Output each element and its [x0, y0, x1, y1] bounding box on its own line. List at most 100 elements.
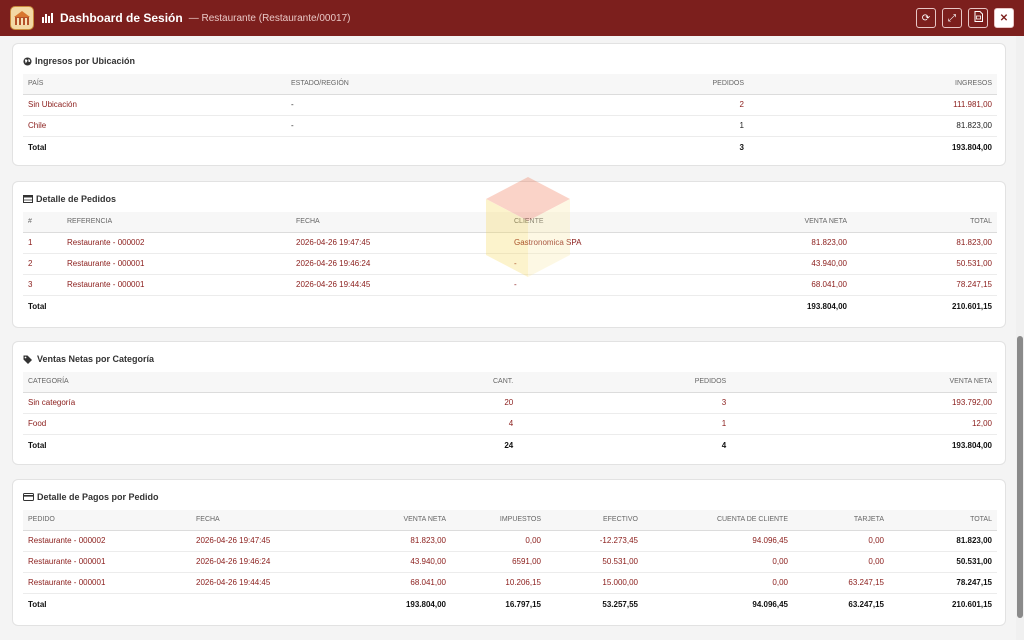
payment-order-link[interactable]: Restaurante - 000002	[23, 530, 191, 552]
column-header: VENTA NETA	[709, 212, 852, 233]
expand-button[interactable]: ⤢	[942, 8, 962, 28]
payment-taxes: 0,00	[451, 530, 546, 552]
globe-icon	[23, 56, 32, 66]
order-date: 2026-04-26 19:44:45	[291, 274, 509, 296]
card-title: Detalle de Pedidos	[36, 194, 117, 204]
bar-chart-icon	[42, 13, 54, 23]
pedidos-table: # REFERENCIA FECHA CLIENTE VENTA NETA TO…	[23, 212, 997, 318]
orders-cell[interactable]: 2	[599, 94, 749, 116]
table-row[interactable]: 3 Restaurante - 000001 2026-04-26 19:44:…	[23, 274, 997, 296]
table-row[interactable]: Sin categoría 20 3 193.792,00	[23, 392, 997, 414]
payment-customer-account: 0,00	[643, 551, 793, 573]
orders-cell: 1	[518, 413, 732, 435]
total-row: Total 3 193.804,00	[23, 135, 997, 159]
payment-taxes: 10.206,15	[451, 572, 546, 594]
column-header: PAÍS	[23, 74, 286, 95]
payment-net-sale: 43.940,00	[291, 551, 451, 573]
pdf-icon	[974, 11, 983, 25]
region-cell: -	[286, 94, 599, 116]
total-customer-account: 94.096,45	[643, 592, 793, 616]
order-number: 2	[23, 253, 62, 275]
total-income: 193.804,00	[749, 135, 997, 159]
net-sale-cell: 193.792,00	[731, 392, 997, 414]
order-total: 50.531,00	[852, 253, 997, 275]
vertical-scrollbar[interactable]	[1016, 36, 1024, 640]
payment-order-link[interactable]: Restaurante - 000001	[23, 572, 191, 594]
page-title: Dashboard de Sesión	[60, 11, 183, 25]
card-title: Ventas Netas por Categoría	[37, 354, 155, 364]
order-net-sale: 81.823,00	[709, 232, 852, 254]
orders-cell: 1	[599, 115, 749, 137]
column-header: TARJETA	[793, 510, 889, 531]
card-ventas-categoria: Ventas Netas por Categoría CATEGORÍA CAN…	[12, 341, 1006, 465]
column-header: TOTAL	[889, 510, 997, 531]
payment-total: 78.247,15	[889, 572, 997, 594]
category-cell[interactable]: Sin categoría	[23, 392, 488, 414]
category-cell[interactable]: Food	[23, 413, 488, 435]
card-detalle-pedidos: Detalle de Pedidos # REFERENCIA FECHA CL…	[12, 181, 1006, 328]
total-cash: 53.257,55	[546, 592, 643, 616]
card-detalle-pagos: Detalle de Pagos por Pedido PEDIDO FECHA…	[12, 479, 1006, 626]
table-row[interactable]: Restaurante - 000001 2026-04-26 19:46:24…	[23, 551, 997, 573]
table-row[interactable]: 2 Restaurante - 000001 2026-04-26 19:46:…	[23, 253, 997, 275]
categorias-table: CATEGORÍA CANT. PEDIDOS VENTA NETA Sin c…	[23, 372, 997, 457]
payment-card: 0,00	[793, 551, 889, 573]
order-total: 78.247,15	[852, 274, 997, 296]
table-icon	[23, 195, 33, 203]
quantity-cell: 4	[488, 413, 519, 435]
country-cell[interactable]: Sin Ubicación	[23, 94, 286, 116]
order-customer[interactable]: Gastronomica SPA	[509, 232, 709, 254]
total-label: Total	[23, 135, 286, 159]
income-cell[interactable]: 111.981,00	[749, 94, 997, 116]
table-row[interactable]: 1 Restaurante - 000002 2026-04-26 19:47:…	[23, 232, 997, 254]
card-title: Ingresos por Ubicación	[35, 56, 136, 66]
column-header: #	[23, 212, 62, 233]
order-number: 1	[23, 232, 62, 254]
card-title: Detalle de Pagos por Pedido	[37, 492, 159, 502]
close-icon: ✕	[999, 12, 1009, 24]
total-label: Total	[23, 592, 191, 616]
table-row[interactable]: Food 4 1 12,00	[23, 413, 997, 435]
quantity-cell: 20	[488, 392, 519, 414]
tags-icon	[23, 355, 34, 364]
column-header: CATEGORÍA	[23, 372, 488, 393]
column-header: REFERENCIA	[62, 212, 291, 233]
payment-taxes: 6591,00	[451, 551, 546, 573]
total-label: Total	[23, 294, 709, 318]
order-reference-link[interactable]: Restaurante - 000001	[62, 274, 291, 296]
payment-order-link[interactable]: Restaurante - 000001	[23, 551, 191, 573]
total-card: 63.247,15	[793, 592, 889, 616]
total-amount: 210.601,15	[852, 294, 997, 318]
column-header: VENTA NETA	[291, 510, 451, 531]
column-header: PEDIDOS	[599, 74, 749, 95]
pdf-button[interactable]	[968, 8, 988, 28]
column-header: EFECTIVO	[546, 510, 643, 531]
expand-icon: ⤢	[948, 12, 956, 24]
table-row[interactable]: Restaurante - 000001 2026-04-26 19:44:45…	[23, 572, 997, 594]
country-cell[interactable]: Chile	[23, 115, 286, 137]
page-subtitle: — Restaurante (Restaurante/00017)	[188, 12, 351, 24]
order-customer: -	[509, 253, 709, 275]
table-row[interactable]: Sin Ubicación - 2 111.981,00	[23, 94, 997, 116]
table-row[interactable]: Chile - 1 81.823,00	[23, 115, 997, 137]
payment-date: 2026-04-26 19:44:45	[191, 572, 291, 594]
order-date: 2026-04-26 19:47:45	[291, 232, 509, 254]
payment-customer-account: 94.096,45	[643, 530, 793, 552]
dashboard-content[interactable]: Ingresos por Ubicación PAÍS ESTADO/REGIÓ…	[0, 36, 1016, 640]
refresh-icon: ⟳	[921, 12, 931, 24]
payment-total: 81.823,00	[889, 530, 997, 552]
order-number: 3	[23, 274, 62, 296]
order-date: 2026-04-26 19:46:24	[291, 253, 509, 275]
scrollbar-thumb[interactable]	[1017, 336, 1023, 618]
order-reference-link[interactable]: Restaurante - 000002	[62, 232, 291, 254]
total-row: Total 193.804,00 16.797,15 53.257,55 94.…	[23, 592, 997, 616]
close-button[interactable]: ✕	[994, 8, 1014, 28]
total-orders: 4	[518, 433, 732, 457]
table-row[interactable]: Restaurante - 000002 2026-04-26 19:47:45…	[23, 530, 997, 552]
order-reference-link[interactable]: Restaurante - 000001	[62, 253, 291, 275]
column-header: PEDIDOS	[518, 372, 732, 393]
ubicacion-table: PAÍS ESTADO/REGIÓN PEDIDOS INGRESOS Sin …	[23, 74, 997, 159]
refresh-button[interactable]: ⟳	[916, 8, 936, 28]
total-net-sale: 193.804,00	[291, 592, 451, 616]
column-header: CANT.	[488, 372, 519, 393]
